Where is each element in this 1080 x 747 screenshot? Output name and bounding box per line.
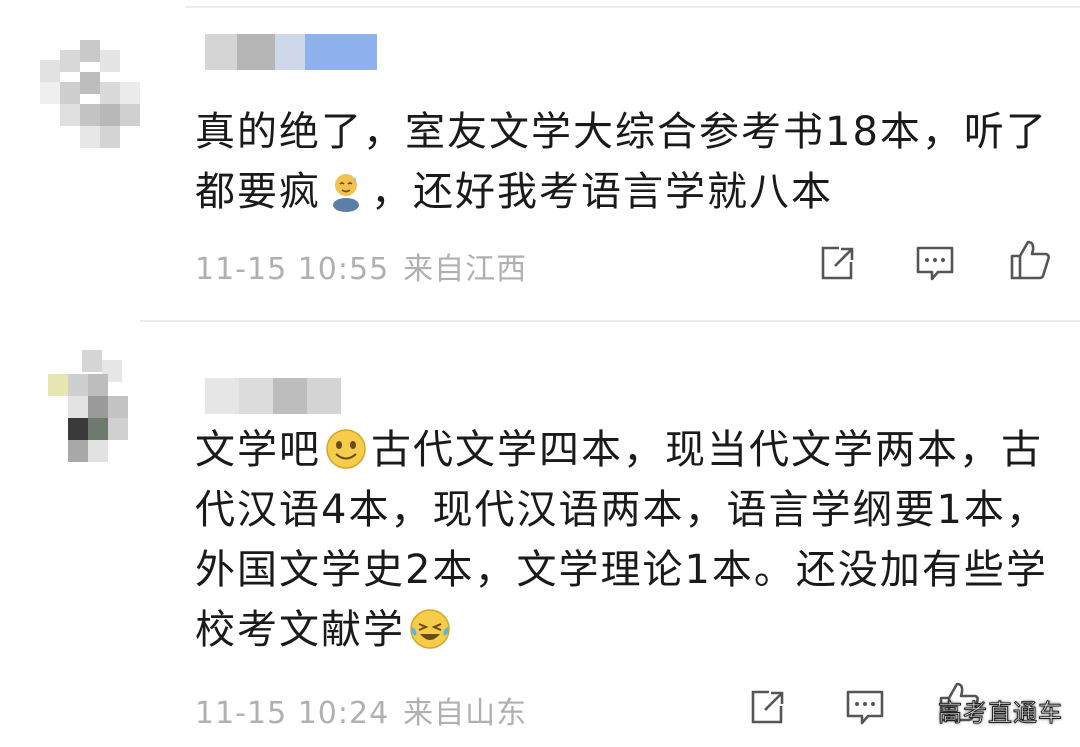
avatar[interactable] (30, 40, 150, 170)
watermark: 高考直通车 (938, 699, 1063, 728)
comment-meta: 11-15 10:55 来自江西 (195, 244, 527, 288)
reply-button[interactable] (843, 686, 887, 730)
username-blurred[interactable] (205, 34, 377, 70)
comment-icon (846, 690, 884, 725)
comment-item: 真的绝了，室友文学大综合参考书18本，听了都要疯 ，还好我考语言学就八本 11-1… (0, 0, 1080, 318)
reply-button[interactable] (913, 242, 957, 286)
comment-text: ，还好我考语言学就八本 (371, 169, 833, 215)
smile-emoji (324, 427, 368, 471)
comment-text: 文学吧 (195, 427, 321, 473)
avatar[interactable] (42, 350, 162, 480)
comment-location: 来自江西 (403, 252, 528, 287)
share-icon (751, 690, 784, 724)
like-button[interactable] (1008, 238, 1052, 282)
comment-location: 来自山东 (403, 696, 528, 731)
share-button[interactable] (815, 242, 859, 286)
comment-text: 古代文学四本，现当代文学两本，古代汉语4本，现代汉语两本，语言学纲要1本，外国文… (195, 427, 1048, 653)
thumbs-up-icon (1010, 240, 1050, 280)
comment-content: 真的绝了，室友文学大综合参考书18本，听了都要疯 ，还好我考语言学就八本 (195, 102, 1055, 222)
comment-timestamp: 11-15 10:24 (195, 696, 390, 731)
comment-icon (916, 246, 954, 281)
comment-item: 文学吧 古代文学四本，现当代文学两本，古代汉语4本，现代汉语两本，语言学纲要1本，… (0, 322, 1080, 747)
comment-meta: 11-15 10:24 来自山东 (195, 688, 527, 732)
username-blurred[interactable] (205, 378, 341, 414)
comment-timestamp: 11-15 10:55 (195, 252, 390, 287)
share-icon (821, 246, 854, 280)
sweating-emoji (324, 169, 368, 213)
comment-feed: 真的绝了，室友文学大综合参考书18本，听了都要疯 ，还好我考语言学就八本 11-1… (0, 0, 1080, 747)
comment-content: 文学吧 古代文学四本，现当代文学两本，古代汉语4本，现代汉语两本，语言学纲要1本，… (195, 420, 1055, 660)
laughing-crying-emoji (408, 607, 452, 651)
share-button[interactable] (745, 686, 789, 730)
